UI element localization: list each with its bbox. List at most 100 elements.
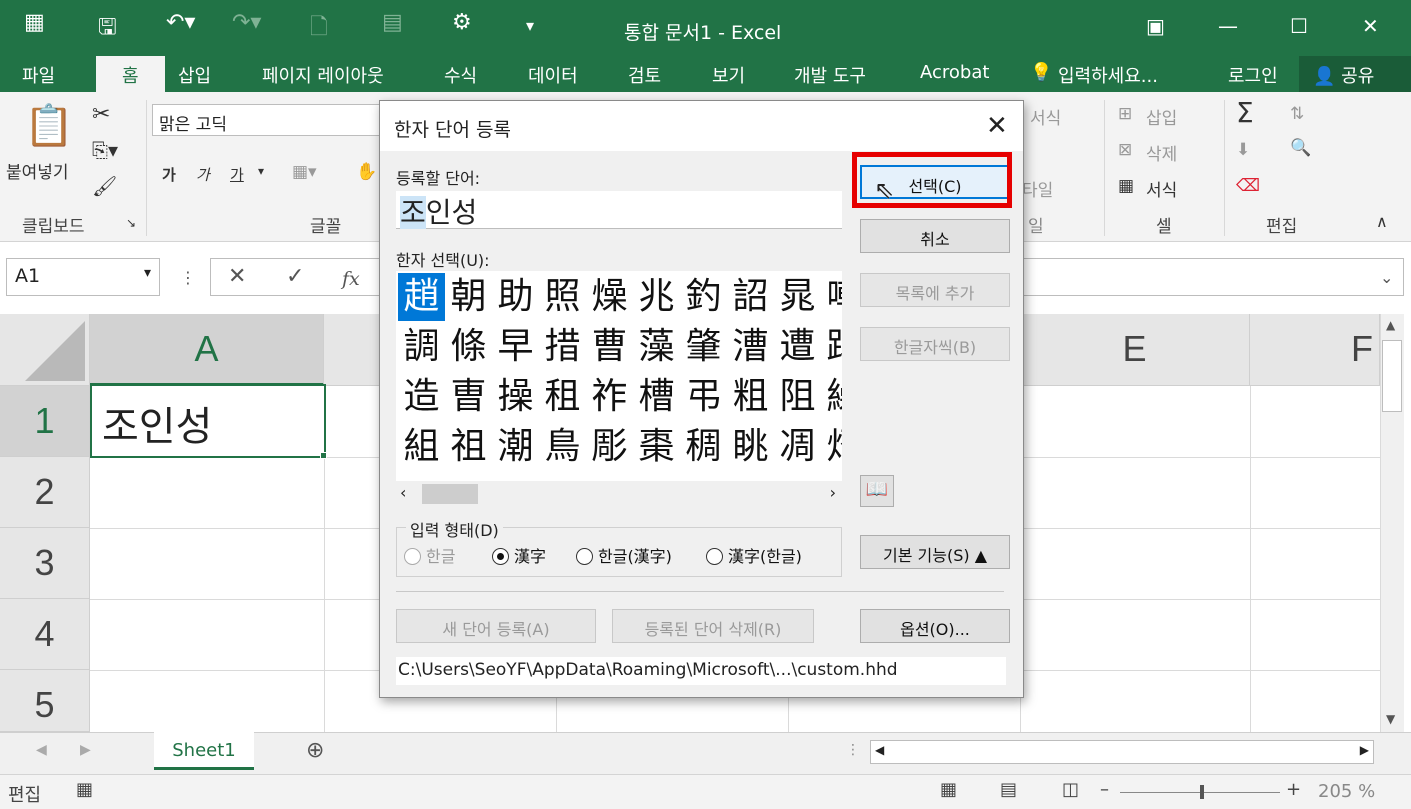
hanja-cell[interactable]: 漕 [727, 323, 774, 371]
hanja-cell[interactable]: 彫 [586, 423, 633, 471]
italic-button[interactable]: 가 [196, 164, 210, 185]
hanja-cell[interactable]: 詔 [727, 273, 774, 321]
hanja-cell[interactable]: 調 [398, 323, 445, 371]
zoom-in-icon[interactable]: + [1286, 779, 1301, 800]
hanja-scroll-thumb[interactable] [422, 484, 478, 504]
fill-handle[interactable] [320, 452, 327, 459]
cut-icon[interactable]: ✂ [92, 102, 110, 127]
ribbon-display-icon[interactable]: ▣ [1146, 14, 1165, 38]
row-header-5[interactable]: 5 [0, 670, 90, 732]
hanja-cell[interactable]: 槽 [633, 373, 680, 421]
hanja-cell[interactable]: 措 [539, 323, 586, 371]
collapse-ribbon-icon[interactable]: ∧ [1376, 212, 1388, 231]
row-header-4[interactable]: 4 [0, 599, 90, 670]
hanja-cell[interactable]: 朝 [445, 273, 492, 321]
tab-page-layout[interactable]: 페이지 레이아웃 [262, 62, 384, 88]
hanja-cell[interactable]: 眺 [727, 423, 774, 471]
radio-hangul-hanja[interactable]: 한글(漢字) [576, 543, 672, 567]
fill-icon[interactable]: ⬇ [1236, 140, 1250, 160]
hanja-cell[interactable]: 兆 [633, 273, 680, 321]
format-cells-icon[interactable]: ▦ [1118, 176, 1134, 196]
tab-acrobat[interactable]: Acrobat [920, 62, 989, 83]
hanja-horizontal-scrollbar[interactable]: ‹ › [396, 481, 842, 507]
column-header-f[interactable]: F [1250, 314, 1380, 386]
tab-formulas[interactable]: 수식 [444, 62, 477, 88]
border-icon[interactable]: ▦▾ [292, 162, 317, 182]
next-sheet-icon[interactable]: ▶ [80, 742, 91, 758]
options-button[interactable]: 옵션(O)... [860, 609, 1010, 643]
register-new-word-button[interactable]: 새 단어 등록(A) [396, 609, 596, 643]
hanja-cell[interactable]: 操 [492, 373, 539, 421]
insert-cells-label[interactable]: 삽입 [1146, 104, 1177, 129]
tab-home[interactable]: 홈 [96, 56, 165, 92]
tab-developer[interactable]: 개발 도구 [794, 62, 866, 88]
dialog-launcher-icon[interactable]: ↘ [126, 216, 136, 230]
sort-filter-icon[interactable]: ⇅ [1290, 104, 1304, 124]
hanja-cell[interactable]: 阻 [774, 373, 821, 421]
hanja-cell[interactable]: 棗 [633, 423, 680, 471]
tell-me-box[interactable]: 입력하세요... [1058, 62, 1158, 88]
expand-formula-icon[interactable]: ⌄ [1380, 268, 1393, 287]
page-break-view-icon[interactable]: ◫ [1062, 779, 1079, 800]
macro-record-icon[interactable]: ▦ [76, 779, 93, 800]
scroll-right-icon[interactable]: ▶ [1360, 743, 1369, 757]
name-box[interactable]: A1 ▾ [6, 258, 160, 296]
autosum-icon[interactable]: Σ [1236, 96, 1254, 129]
hanja-cell[interactable]: 肇 [680, 323, 727, 371]
format-cells-label[interactable]: 서식 [1146, 176, 1177, 201]
tab-review[interactable]: 검토 [628, 62, 661, 88]
splitter-icon[interactable]: ⋮ [846, 742, 860, 758]
share-button[interactable]: 👤 공유 [1299, 56, 1411, 92]
hanja-cell[interactable]: 照 [539, 273, 586, 321]
hanja-cell[interactable]: 藻 [633, 323, 680, 371]
copy-icon[interactable]: ⎘▾ [92, 138, 118, 162]
paste-icon[interactable]: 📋 [24, 102, 74, 149]
delete-registered-word-button[interactable]: 등록된 단어 삭제(R) [612, 609, 814, 643]
cell-styles-label[interactable]: 타일 [1022, 176, 1053, 201]
redo-icon[interactable]: ↷▾ [232, 10, 261, 35]
hanja-cell[interactable]: 鳥 [539, 423, 586, 471]
row-header-3[interactable]: 3 [0, 528, 90, 599]
radio-hangul[interactable]: 한글 [404, 543, 455, 567]
tab-view[interactable]: 보기 [712, 62, 745, 88]
zoom-slider-thumb[interactable] [1200, 785, 1204, 799]
row-header-1[interactable]: 1 [0, 386, 90, 457]
prev-sheet-icon[interactable]: ◀ [36, 742, 47, 758]
form-icon[interactable]: ▤ [382, 10, 403, 35]
hanja-cell[interactable]: 造 [398, 373, 445, 421]
hanja-cell[interactable]: 粗 [727, 373, 774, 421]
hanja-scroll-right-icon[interactable]: › [830, 483, 836, 502]
vertical-scroll-thumb[interactable] [1382, 340, 1402, 412]
underline-dropdown-icon[interactable]: ▾ [258, 164, 264, 178]
close-icon[interactable]: ✕ [1362, 14, 1379, 38]
dialog-close-icon[interactable]: ✕ [986, 111, 1008, 141]
basic-function-button[interactable]: 기본 기능(S) ▲ [860, 535, 1010, 569]
hanja-cell[interactable]: 踔 [821, 323, 842, 371]
normal-view-icon[interactable]: ▦ [940, 779, 957, 800]
column-header-e[interactable]: E [1020, 314, 1250, 386]
save-icon[interactable]: 🖫 [98, 10, 117, 48]
hanja-cell[interactable]: 曺 [445, 373, 492, 421]
clear-icon[interactable]: ⌫ [1236, 176, 1260, 196]
autosave-icon[interactable]: ▦ [24, 10, 45, 35]
maximize-icon[interactable]: ☐ [1290, 14, 1308, 38]
find-icon[interactable]: 🔍 [1290, 138, 1311, 158]
hanja-cell[interactable]: 遭 [774, 323, 821, 371]
zoom-out-icon[interactable]: – [1100, 779, 1109, 800]
fill-color-icon[interactable]: ✋ [356, 162, 377, 182]
hanja-cell[interactable]: 燥 [586, 273, 633, 321]
delete-cells-icon[interactable]: ⊠ [1118, 140, 1132, 160]
cell-a1[interactable]: 조인성 [90, 384, 326, 458]
sign-in-link[interactable]: 로그인 [1228, 62, 1278, 88]
select-all-button[interactable] [0, 314, 90, 386]
cancel-entry-icon[interactable]: ✕ [228, 264, 246, 289]
font-name-input[interactable]: 맑은 고딕 [152, 104, 392, 136]
format-painter-icon[interactable]: 🖌 [92, 174, 117, 198]
quick-access-dropdown-icon[interactable]: ▾ [526, 16, 534, 35]
new-sheet-icon[interactable]: ⊕ [306, 738, 324, 763]
page-layout-view-icon[interactable]: ▤ [1000, 779, 1017, 800]
hanja-cell[interactable]: 嘲 [821, 273, 842, 321]
insert-function-icon[interactable]: fx [342, 268, 360, 290]
hanja-cell[interactable]: 晁 [774, 273, 821, 321]
tab-data[interactable]: 데이터 [528, 62, 578, 88]
